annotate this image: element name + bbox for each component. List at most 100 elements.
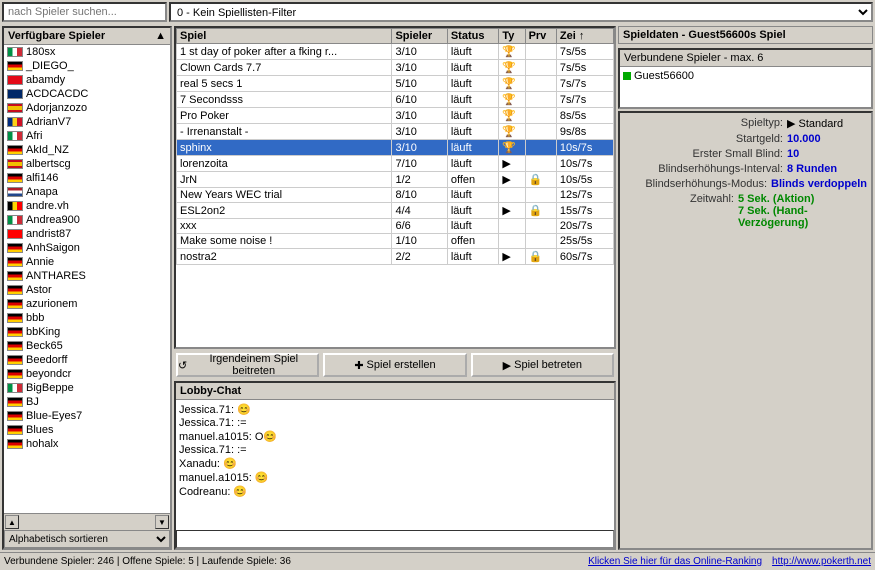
player-name: beyondcr [26, 368, 71, 380]
col-header-zeit[interactable]: Zei ↑ [556, 29, 613, 44]
ranking-link[interactable]: Klicken Sie hier für das Online-Ranking [588, 556, 762, 567]
table-row[interactable]: ESL2on24/4läuft▶🔒15s/7s [177, 203, 614, 219]
player-item[interactable]: Afri [4, 129, 170, 143]
player-item[interactable]: Astor [4, 283, 170, 297]
player-item[interactable]: AdrianV7 [4, 115, 170, 129]
player-item[interactable]: Andrea900 [4, 213, 170, 227]
table-row[interactable]: Make some noise !1/10offen25s/5s [177, 234, 614, 249]
small-blind-value: 10 [787, 148, 867, 160]
table-row[interactable]: real 5 secs 15/10läuft🏆7s/7s [177, 76, 614, 92]
table-cell: xxx [177, 219, 392, 234]
player-item[interactable]: hohalx [4, 437, 170, 451]
filter-select[interactable]: 0 - Kein Spiellisten-Filter [169, 2, 873, 22]
table-cell: 5/10 [392, 76, 447, 92]
col-header-typ[interactable]: Ty [499, 29, 525, 44]
player-item[interactable]: ACDCACDC [4, 87, 170, 101]
player-item[interactable]: BigBeppe [4, 381, 170, 395]
table-row[interactable]: Pro Poker3/10läuft🏆8s/5s [177, 108, 614, 124]
table-row[interactable]: nostra22/2läuft▶🔒60s/7s [177, 249, 614, 265]
table-row[interactable]: JrN1/2offen▶🔒10s/5s [177, 172, 614, 188]
flag-icon [7, 411, 23, 421]
player-item[interactable]: andre.vh [4, 199, 170, 213]
player-name: azurionem [26, 298, 77, 310]
flag-icon [7, 47, 23, 57]
col-header-spieler[interactable]: Spieler [392, 29, 447, 44]
player-item[interactable]: ANTHARES [4, 269, 170, 283]
table-cell: 🏆 [499, 60, 525, 76]
col-header-prv[interactable]: Prv [525, 29, 556, 44]
table-cell: läuft [447, 44, 498, 60]
chat-input[interactable] [176, 530, 614, 548]
player-item[interactable]: azurionem [4, 297, 170, 311]
flag-icon [7, 215, 23, 225]
player-item[interactable]: Blue-Eyes7 [4, 409, 170, 423]
join-any-game-button[interactable]: ↺ Irgendeinem Spiel beitreten [176, 353, 319, 377]
create-game-button[interactable]: ✚ Spiel erstellen [323, 353, 466, 377]
table-row[interactable]: 7 Secondsss6/10läuft🏆7s/7s [177, 92, 614, 108]
table-row[interactable]: - Irrenanstalt -3/10läuft🏆9s/8s [177, 124, 614, 140]
player-item[interactable]: Annie [4, 255, 170, 269]
player-item[interactable]: Anapa [4, 185, 170, 199]
player-item[interactable]: abamdy [4, 73, 170, 87]
player-item[interactable]: _DIEGO_ [4, 59, 170, 73]
flag-icon [7, 271, 23, 281]
player-search-input[interactable] [2, 2, 167, 22]
refresh-icon: ↺ [178, 359, 187, 372]
player-item[interactable]: AkId_NZ [4, 143, 170, 157]
table-cell: läuft [447, 124, 498, 140]
player-name: AnhSaigon [26, 242, 80, 254]
table-cell: 7 Secondsss [177, 92, 392, 108]
player-name: Beck65 [26, 340, 63, 352]
table-row[interactable]: 1 st day of poker after a fking r...3/10… [177, 44, 614, 60]
player-name: bbKing [26, 326, 60, 338]
table-cell: ▶ [499, 249, 525, 265]
table-cell [525, 234, 556, 249]
website-link[interactable]: http://www.pokerth.net [772, 556, 871, 567]
table-row[interactable]: sphinx3/10läuft🏆10s/7s [177, 140, 614, 156]
table-row[interactable]: lorenzoita7/10läuft▶10s/7s [177, 156, 614, 172]
player-item[interactable]: andrist87 [4, 227, 170, 241]
player-item[interactable]: bbb [4, 311, 170, 325]
table-cell [525, 219, 556, 234]
table-cell: 🔒 [525, 203, 556, 219]
scroll-up-btn[interactable]: ▲ [5, 515, 19, 529]
blinds-interval-row: Blindserhöhungs-Interval: 8 Runden [624, 163, 867, 175]
col-header-spiel[interactable]: Spiel [177, 29, 392, 44]
player-item[interactable]: beyondcr [4, 367, 170, 381]
player-item[interactable]: alfi146 [4, 171, 170, 185]
player-item[interactable]: bbKing [4, 325, 170, 339]
player-name: Blue-Eyes7 [26, 410, 82, 422]
table-cell: Make some noise ! [177, 234, 392, 249]
right-panel: Spieldaten - Guest56600s Spiel Verbunden… [618, 26, 873, 550]
table-row[interactable]: New Years WEC trial8/10läuft12s/7s [177, 188, 614, 203]
flag-icon [7, 103, 23, 113]
startgeld-value: 10.000 [787, 133, 867, 145]
player-list-header: Verfügbare Spieler ▲ [4, 28, 170, 45]
table-cell: 🏆 [499, 92, 525, 108]
player-item[interactable]: AnhSaigon [4, 241, 170, 255]
flag-icon [7, 439, 23, 449]
table-cell: nostra2 [177, 249, 392, 265]
player-item[interactable]: albertscg [4, 157, 170, 171]
player-list[interactable]: 180sx_DIEGO_abamdyACDCACDCAdorjanzozoAdr… [4, 45, 170, 513]
player-name: ACDCACDC [26, 88, 88, 100]
table-row[interactable]: xxx6/6läuft20s/7s [177, 219, 614, 234]
player-item[interactable]: Beedorff [4, 353, 170, 367]
table-row[interactable]: Clown Cards 7.73/10läuft🏆7s/5s [177, 60, 614, 76]
connected-header: Verbundene Spieler - max. 6 [620, 50, 871, 67]
col-header-status[interactable]: Status [447, 29, 498, 44]
flag-icon [7, 117, 23, 127]
flag-icon [7, 173, 23, 183]
game-info-panel: Spieltyp: ▶ Standard Startgeld: 10.000 E… [618, 111, 873, 550]
player-item[interactable]: Beck65 [4, 339, 170, 353]
scroll-down-btn[interactable]: ▼ [155, 515, 169, 529]
player-item[interactable]: Blues [4, 423, 170, 437]
sort-select[interactable]: Alphabetisch sortieren [4, 530, 170, 548]
player-item[interactable]: BJ [4, 395, 170, 409]
player-name: Andrea900 [26, 214, 80, 226]
player-item[interactable]: Adorjanzozo [4, 101, 170, 115]
player-item[interactable]: 180sx [4, 45, 170, 59]
table-cell: 1/2 [392, 172, 447, 188]
chat-message: Jessica.71: 😊 [179, 403, 611, 416]
observe-game-button[interactable]: ▶ Spiel betreten [471, 353, 614, 377]
